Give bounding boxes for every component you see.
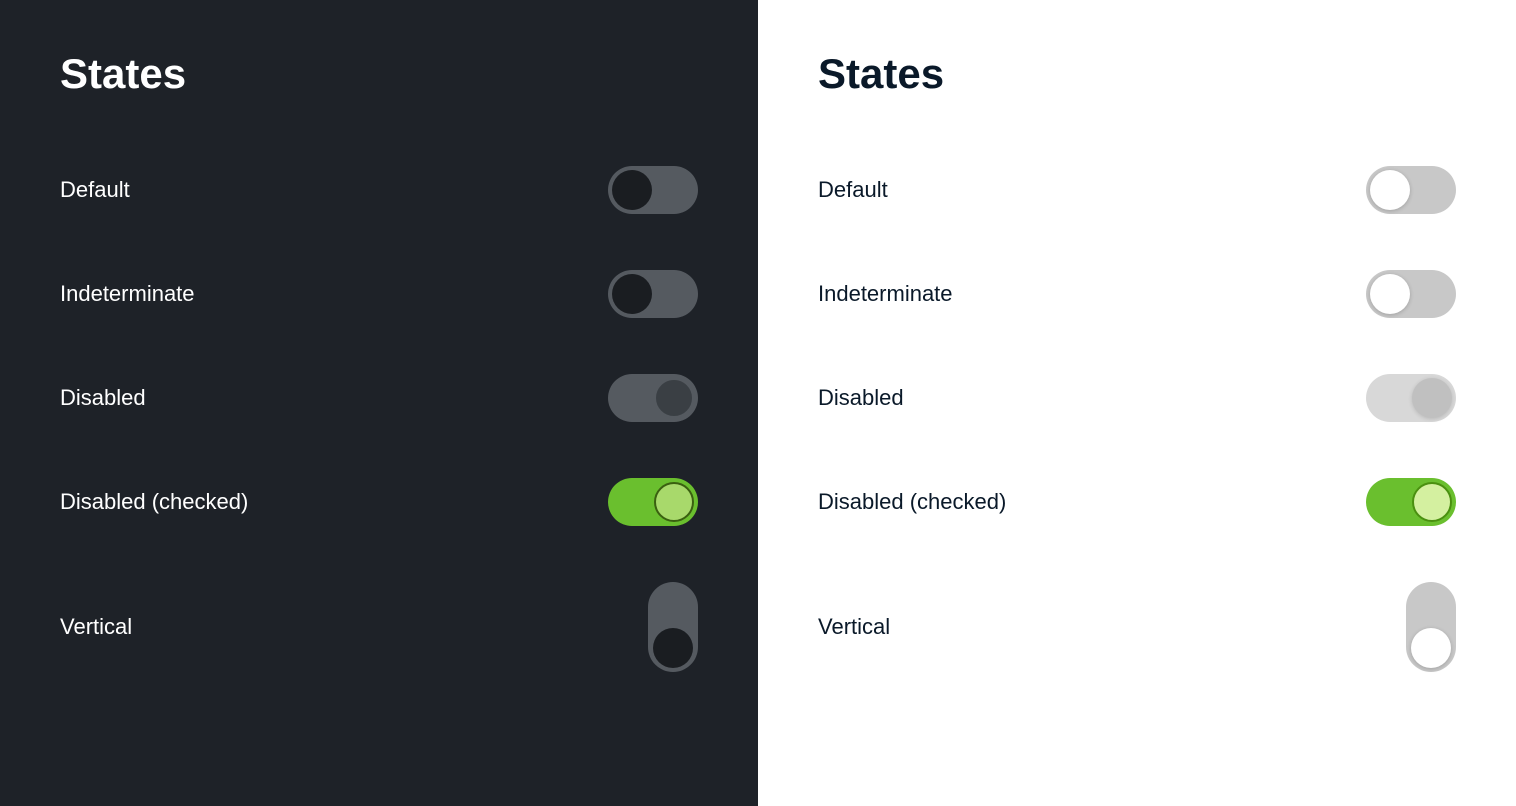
light-disabled-checked-knob	[1412, 482, 1452, 522]
light-default-knob	[1370, 170, 1410, 210]
dark-vertical-label: Vertical	[60, 614, 132, 640]
dark-disabled-knob	[654, 378, 694, 418]
dark-disabled-toggle-wrap	[608, 374, 698, 422]
dark-disabled-checked-row: Disabled (checked)	[60, 450, 698, 554]
dark-default-toggle-wrap	[608, 166, 698, 214]
light-vertical-label: Vertical	[818, 614, 890, 640]
light-indeterminate-label: Indeterminate	[818, 281, 953, 307]
dark-panel-title: States	[60, 50, 698, 98]
light-disabled-checked-label: Disabled (checked)	[818, 489, 1006, 515]
light-indeterminate-toggle-wrap	[1366, 270, 1456, 318]
light-panel: States Default Indeterminate Disabled Di…	[758, 0, 1516, 806]
light-indeterminate-knob	[1370, 274, 1410, 314]
light-vertical-toggle[interactable]	[1406, 582, 1456, 672]
light-default-row: Default	[818, 138, 1456, 242]
light-default-toggle-wrap	[1366, 166, 1456, 214]
dark-default-knob	[612, 170, 652, 210]
dark-disabled-checked-knob	[654, 482, 694, 522]
dark-disabled-toggle	[608, 374, 698, 422]
dark-indeterminate-label: Indeterminate	[60, 281, 195, 307]
light-vertical-toggle-wrap	[1406, 582, 1456, 672]
light-vertical-knob	[1411, 628, 1451, 668]
light-default-label: Default	[818, 177, 888, 203]
dark-default-toggle[interactable]	[608, 166, 698, 214]
dark-disabled-row: Disabled	[60, 346, 698, 450]
light-disabled-toggle-wrap	[1366, 374, 1456, 422]
light-indeterminate-row: Indeterminate	[818, 242, 1456, 346]
dark-vertical-row: Vertical	[60, 554, 698, 700]
dark-disabled-checked-toggle	[608, 478, 698, 526]
light-disabled-knob	[1412, 378, 1452, 418]
dark-indeterminate-knob	[612, 274, 652, 314]
dark-indeterminate-toggle[interactable]	[608, 270, 698, 318]
dark-disabled-checked-toggle-wrap	[608, 478, 698, 526]
light-panel-title: States	[818, 50, 1456, 98]
dark-vertical-toggle[interactable]	[648, 582, 698, 672]
dark-disabled-label: Disabled	[60, 385, 146, 411]
dark-disabled-checked-label: Disabled (checked)	[60, 489, 248, 515]
dark-vertical-toggle-wrap	[648, 582, 698, 672]
dark-panel: States Default Indeterminate Disabled Di…	[0, 0, 758, 806]
light-default-toggle[interactable]	[1366, 166, 1456, 214]
light-vertical-row: Vertical	[818, 554, 1456, 700]
dark-default-label: Default	[60, 177, 130, 203]
light-disabled-checked-row: Disabled (checked)	[818, 450, 1456, 554]
dark-default-row: Default	[60, 138, 698, 242]
dark-indeterminate-toggle-wrap	[608, 270, 698, 318]
dark-vertical-knob	[653, 628, 693, 668]
light-disabled-label: Disabled	[818, 385, 904, 411]
light-disabled-checked-toggle	[1366, 478, 1456, 526]
dark-indeterminate-row: Indeterminate	[60, 242, 698, 346]
light-disabled-row: Disabled	[818, 346, 1456, 450]
light-disabled-checked-toggle-wrap	[1366, 478, 1456, 526]
light-disabled-toggle	[1366, 374, 1456, 422]
light-indeterminate-toggle[interactable]	[1366, 270, 1456, 318]
